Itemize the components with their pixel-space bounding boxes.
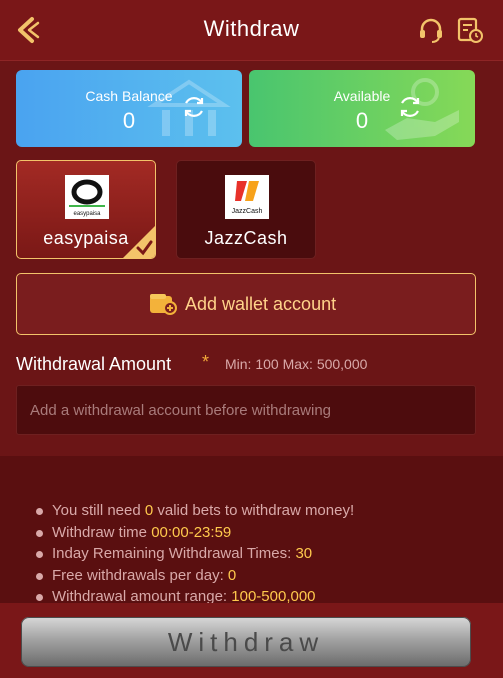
withdrawal-amount-input[interactable] bbox=[16, 385, 476, 435]
add-wallet-button[interactable]: Add wallet account bbox=[16, 273, 476, 335]
selected-check-icon bbox=[123, 226, 155, 258]
cash-balance-label: Cash Balance bbox=[85, 88, 173, 104]
available-value: 0 bbox=[355, 108, 369, 133]
refresh-icon[interactable] bbox=[181, 94, 207, 120]
withdrawal-amount-title: Withdrawal Amount bbox=[16, 354, 172, 374]
easypaisa-logo-text: easypaisa bbox=[73, 211, 101, 217]
amount-limits: Min: 100 Max: 500,000 bbox=[225, 356, 368, 372]
jazzcash-logo: JazzCash bbox=[225, 175, 269, 219]
add-wallet-label: Add wallet account bbox=[185, 294, 337, 314]
tip-value: 0 bbox=[144, 502, 154, 519]
refresh-icon[interactable] bbox=[397, 94, 423, 120]
method-easypaisa[interactable]: easypaisa easypaisa bbox=[16, 160, 156, 259]
bullet-icon bbox=[36, 529, 43, 537]
tips-list: You still need 0 valid bets to withdraw … bbox=[36, 502, 496, 610]
tip-value: 30 bbox=[295, 545, 313, 562]
withdraw-button-label: Withdraw bbox=[167, 627, 325, 657]
available-balance-card: Available 0 bbox=[249, 70, 475, 147]
cash-balance-card: Cash Balance 0 bbox=[16, 70, 242, 147]
records-icon[interactable] bbox=[456, 16, 484, 44]
bullet-icon bbox=[36, 508, 43, 515]
bullet-icon bbox=[36, 551, 43, 558]
jazzcash-logo-text: JazzCash bbox=[232, 208, 263, 215]
method-jazzcash-label: JazzCash bbox=[204, 228, 288, 248]
list-item: Inday Remaining Withdrawal Times: 30 bbox=[36, 545, 496, 567]
list-item: You still need 0 valid bets to withdraw … bbox=[36, 502, 496, 524]
tip-text: valid bets to withdraw money! bbox=[153, 502, 355, 519]
method-jazzcash[interactable]: JazzCash JazzCash bbox=[176, 160, 316, 259]
easypaisa-logo: easypaisa bbox=[65, 175, 109, 219]
list-item: Free withdrawals per day: 0 bbox=[36, 567, 496, 589]
list-item: Withdraw time 00:00-23:59 bbox=[36, 524, 496, 546]
tip-text: Free withdrawals per day: bbox=[52, 566, 228, 584]
tip-text: Withdraw time bbox=[52, 523, 152, 541]
header-bar: Withdraw bbox=[0, 0, 503, 61]
available-label: Available bbox=[333, 88, 391, 104]
headset-icon[interactable] bbox=[417, 16, 445, 44]
withdraw-button[interactable]: Withdraw bbox=[21, 617, 471, 667]
wallet-add-icon bbox=[150, 294, 177, 315]
tip-value: 0 bbox=[227, 566, 237, 584]
bullet-icon bbox=[36, 594, 43, 601]
tip-text: You still need bbox=[52, 502, 145, 519]
tip-value: 00:00-23:59 bbox=[151, 523, 232, 541]
cash-balance-value: 0 bbox=[122, 108, 136, 133]
tip-text: Inday Remaining Withdrawal Times: bbox=[52, 545, 296, 562]
required-mark: * bbox=[202, 352, 210, 372]
bullet-icon bbox=[36, 572, 43, 580]
